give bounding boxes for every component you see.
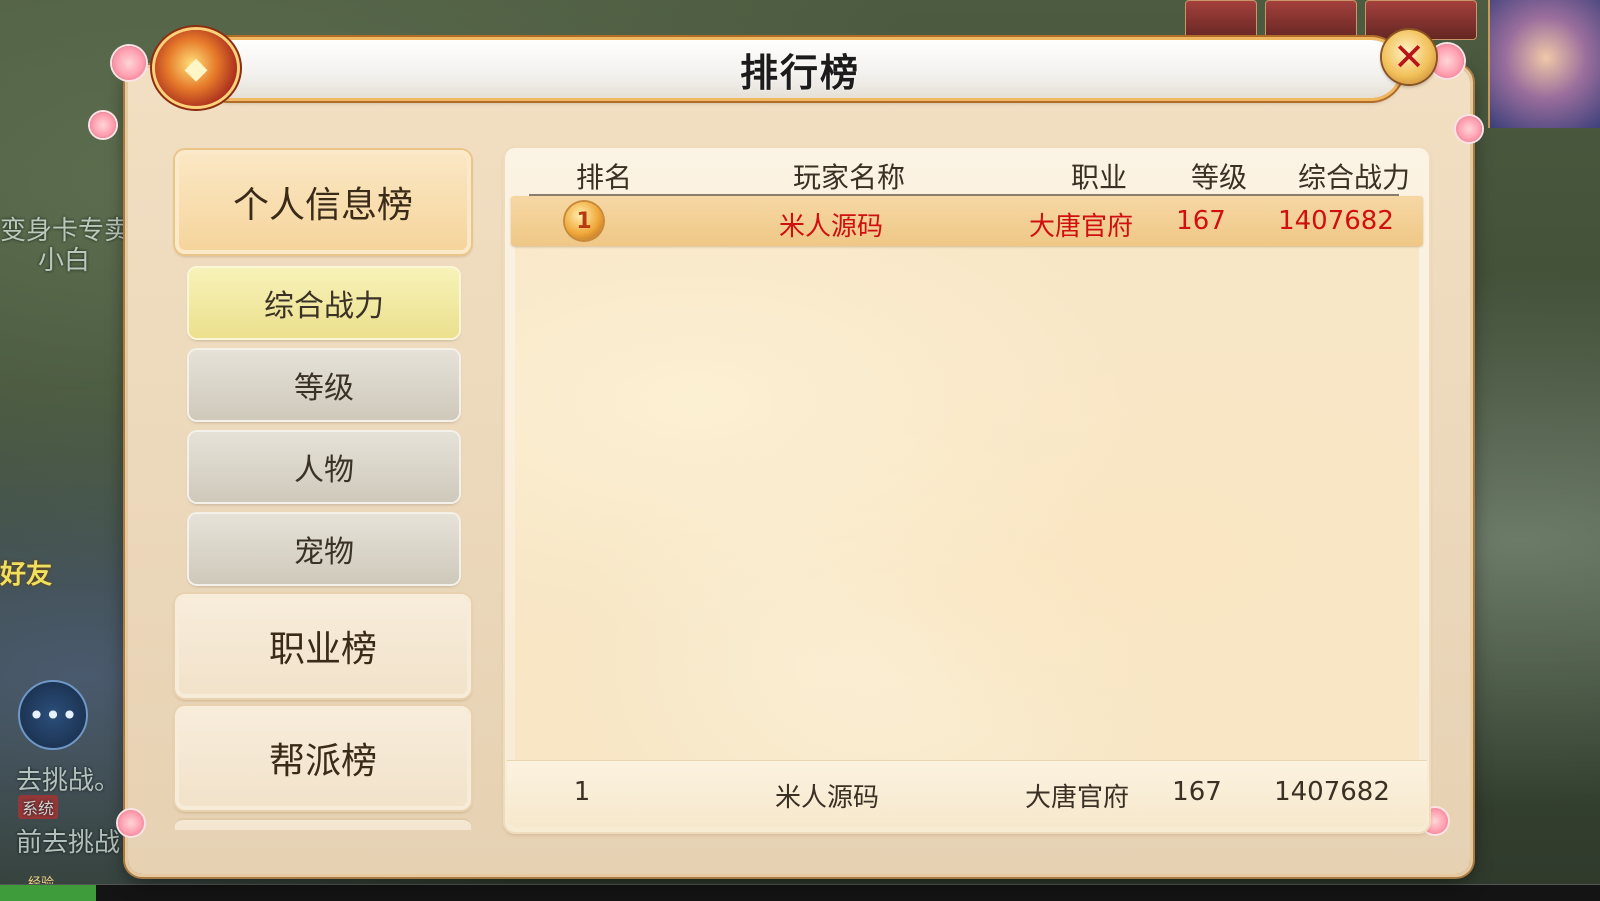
category-menu: 个人信息榜 综合战力 等级 人物 宠物 职业榜 帮派榜 [175,150,473,830]
sub-tab-level[interactable]: 等级 [189,350,459,420]
chat-line: 去挑战。 [16,766,121,796]
table-header: 排名 玩家名称 职业 等级 综合战力 [529,148,1410,196]
chat-line: 前去挑战 [16,828,121,858]
scene-npc-name: 小白 [38,246,91,276]
category-profession[interactable]: 职业榜 [175,594,471,698]
sub-tab-pet[interactable]: 宠物 [189,514,459,584]
close-x-icon: ✕ [1393,35,1425,79]
table-body[interactable] [515,244,1419,764]
self-player-name: 米人源码 [774,783,879,813]
self-rank-row: 1 米人源码 大唐官府 167 1407682 [507,760,1427,827]
cell-player-name: 米人源码 [778,212,883,242]
ranking-table: 排名 玩家名称 职业 等级 综合战力 1 米人源码 大唐官府 167 14076… [505,148,1429,832]
category-label: 个人信息榜 [232,185,413,226]
cell-level: 167 [1176,206,1226,236]
header-player-name: 玩家名称 [792,161,905,194]
cell-combat-power: 1407682 [1278,206,1394,236]
window-title: 排行榜 [739,49,860,95]
header-level: 等级 [1190,161,1247,194]
header-combat-power: 综合战力 [1297,161,1410,194]
category-label: 职业榜 [268,629,377,670]
flower-decoration [118,810,144,836]
self-level: 167 [1172,777,1222,807]
top-hud-item[interactable] [1265,0,1357,40]
category-guild[interactable]: 帮派榜 [175,706,471,810]
close-button[interactable]: ✕ [1382,30,1436,84]
sub-tab-label: 人物 [294,453,354,488]
table-row[interactable]: 1 米人源码 大唐官府 167 1407682 [511,196,1423,246]
sub-tab-label: 等级 [294,371,354,406]
friend-label: 好友 [0,560,53,590]
menu-scroll-edge[interactable] [175,818,471,830]
chat-bubble-icon[interactable]: ••• [18,680,88,750]
category-label: 帮派榜 [268,741,377,782]
sub-tab-combat-power[interactable]: 综合战力 [189,268,459,338]
flower-decoration [112,46,146,80]
gold-medal-icon: 1 [565,202,603,240]
flower-decoration [1456,116,1482,142]
friend-icon[interactable]: 好友 [0,560,110,650]
header-rank: 排名 [575,161,632,194]
category-personal-info[interactable]: 个人信息榜 [175,150,471,254]
self-rank: 1 [573,777,591,807]
top-hud-item[interactable] [1185,0,1257,40]
exp-bar [0,884,1600,901]
system-tag: 系统 [18,795,59,819]
flower-decoration [90,112,116,138]
sub-tab-label: 宠物 [294,535,354,570]
treasure-bag-icon: ◆ [155,30,237,106]
rank-number: 1 [576,208,592,234]
sub-tab-label: 综合战力 [264,289,384,324]
title-bar: 排行榜 [200,40,1400,98]
player-avatar[interactable] [1488,0,1600,128]
exp-bar-fill [0,885,96,901]
self-combat-power: 1407682 [1274,777,1390,807]
sub-tab-character[interactable]: 人物 [189,432,459,502]
